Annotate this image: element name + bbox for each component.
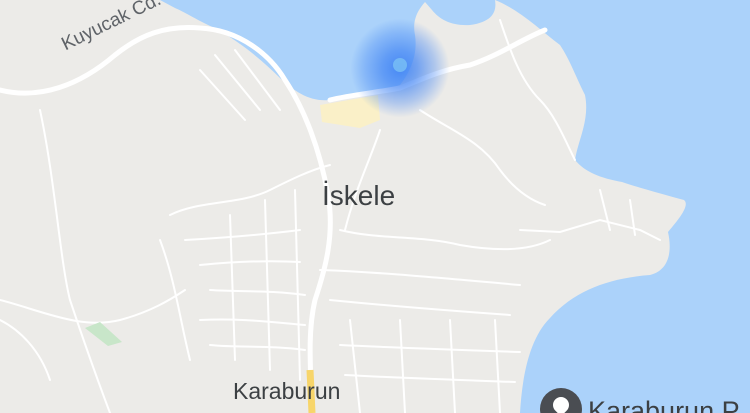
- poi-label[interactable]: Karaburun P: [588, 396, 740, 413]
- neighborhood-label: Karaburun: [233, 378, 341, 404]
- town-label: İskele: [322, 180, 396, 211]
- location-dot-icon: [393, 58, 407, 72]
- map-view[interactable]: Kuyucak Cd. İskele Karaburun Karaburun P: [0, 0, 750, 413]
